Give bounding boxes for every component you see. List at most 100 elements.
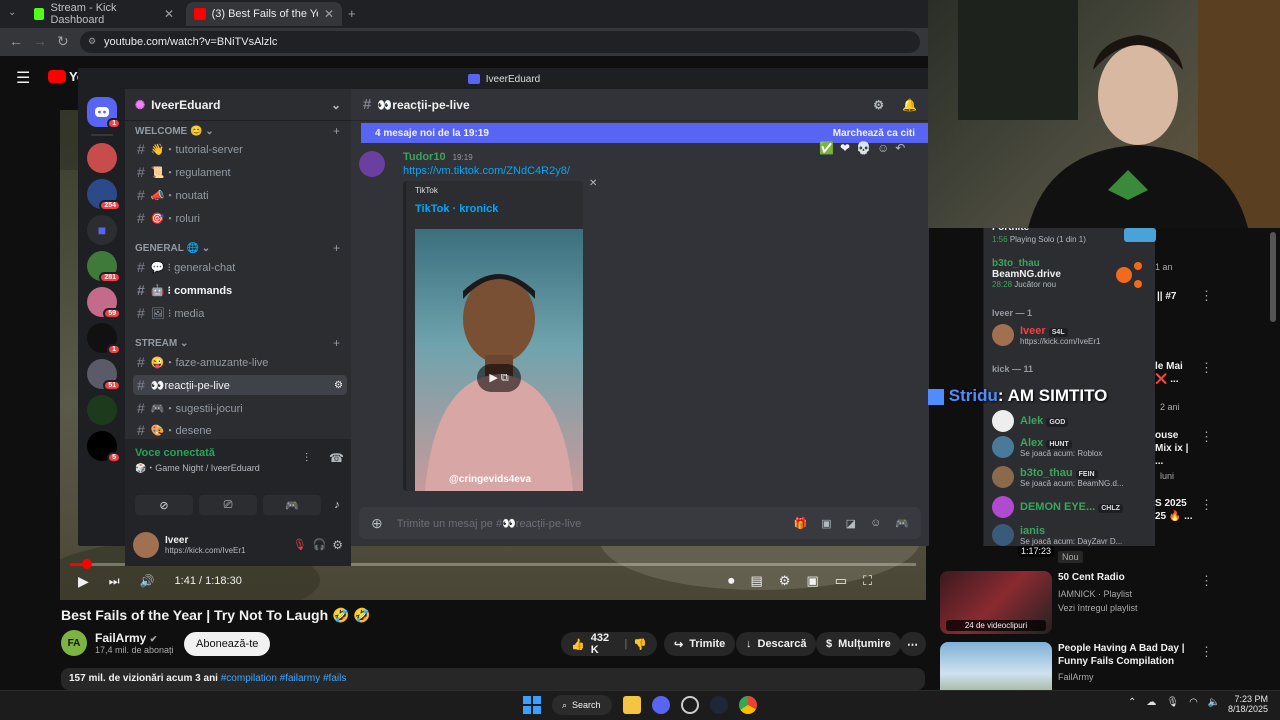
member-b3to-activity[interactable]: b3to_thau BeamNG.drive 28:28 Jucător nou — [992, 258, 1061, 289]
new-messages-bar[interactable]: 4 mesaje noi de la 19:19 Marchează ca ci… — [361, 123, 929, 143]
tab-youtube-video[interactable]: (3) Best Fails of the Year | Try No ✕ — [186, 2, 342, 26]
chrome-icon[interactable] — [739, 696, 757, 714]
noise-suppression-icon[interactable]: ⫶ — [305, 451, 308, 466]
channel-tutorial-server[interactable]: # 👋・tutorial-server — [133, 139, 347, 159]
scrollbar[interactable] — [1270, 232, 1276, 322]
rec-item-5[interactable]: S 2025 25 🔥 ... — [1155, 497, 1197, 523]
soundboard-button[interactable]: ♪ — [327, 495, 347, 515]
channel-avatar[interactable]: FA — [61, 630, 87, 656]
gear-icon[interactable]: ⚙ — [332, 538, 343, 552]
server-header[interactable]: ✺ IveerEduard ⌄ — [125, 89, 351, 121]
discord-taskbar-icon[interactable] — [652, 696, 670, 714]
mic-muted-icon[interactable]: 🎙 — [293, 538, 307, 551]
server-icon[interactable]: 51 — [87, 359, 121, 391]
like-button[interactable]: 👍 432 K | 👎 — [561, 632, 657, 656]
play-icon[interactable]: ▶ ⧉ — [477, 364, 521, 392]
channel-reactii-pe-live[interactable]: # 👀reacții-pe-live ⚙ — [133, 375, 347, 395]
rec-item-4[interactable]: ouse Mix ix | ... — [1155, 429, 1195, 468]
clock[interactable]: 7:23 PM 8/18/2025 — [1222, 694, 1268, 714]
tiktok-video-thumbnail[interactable]: ▶ ⧉ @cringevids4eva — [415, 229, 583, 491]
channel-general-chat[interactable]: # 💬 ⁝ general-chat — [133, 257, 347, 277]
emoji-icon[interactable]: ☺ — [870, 517, 881, 529]
member-demon-eye[interactable]: DEMON EYE... CHLZ — [992, 496, 1152, 518]
channel-faze-amuzante-live[interactable]: # 😜・faze-amuzante-live — [133, 352, 347, 372]
disconnect-icon[interactable]: ☎ — [329, 451, 344, 465]
fullscreen-icon[interactable]: ⛶ — [863, 573, 872, 589]
channel-info[interactable]: FA FailArmy ✔ 17,4 mil. de abonați — [61, 630, 174, 656]
apps-icon[interactable]: 🎮 — [895, 517, 909, 530]
category-general[interactable]: GENERAL 🌐 ⌄ — [135, 243, 210, 254]
voice-status[interactable]: Voce conectată — [135, 447, 215, 459]
headphones-deafened-icon[interactable]: 🎧 — [313, 538, 327, 551]
discord-home-icon[interactable]: 1 — [87, 97, 121, 129]
channel-settings-icon[interactable]: ⚙ — [334, 380, 343, 391]
close-embed-icon[interactable]: ✕ — [589, 178, 597, 189]
mark-read-button[interactable]: Marchează ca citi — [833, 128, 915, 139]
rec-item-2[interactable]: || #7 — [1157, 290, 1197, 303]
channel-sugestii-jocuri[interactable]: # 🎮・sugestii-jocuri — [133, 398, 347, 418]
subtitles-icon[interactable]: ▤ — [751, 573, 763, 589]
add-channel-icon[interactable]: + — [333, 336, 340, 350]
rec-more-icon[interactable]: ⋮ — [1200, 644, 1213, 660]
activities-button[interactable]: 🎮 — [263, 495, 321, 515]
download-button[interactable]: ↓ Descarcă — [736, 632, 817, 656]
volume-icon[interactable]: 🔊 — [140, 574, 155, 588]
back-icon[interactable]: ← — [9, 33, 23, 49]
user-name[interactable]: Iveer — [165, 535, 245, 546]
rec-more-icon[interactable]: ⋮ — [1200, 497, 1213, 513]
member-alek[interactable]: Alek GOD — [992, 410, 1152, 432]
add-channel-icon[interactable]: + — [333, 124, 340, 138]
url-input[interactable]: ⚙ youtube.com/watch?v=BNiTVsAlzlc — [80, 31, 920, 53]
dislike-icon[interactable]: 👎 — [633, 638, 647, 651]
author-name[interactable]: Tudor10 — [403, 151, 446, 163]
next-icon[interactable]: ⏭ — [109, 574, 120, 589]
forward-icon[interactable]: → — [33, 33, 47, 49]
taskbar-search[interactable]: ⌕ Search — [552, 695, 612, 715]
more-actions-icon[interactable]: ⋯ — [900, 632, 926, 656]
server-icon[interactable]: 5 — [87, 431, 121, 463]
theater-icon[interactable]: ▭ — [835, 573, 847, 589]
subscribe-button[interactable]: Abonează-te — [184, 632, 271, 656]
rec-item-50cent[interactable]: 24 de videoclipuri 50 Cent Radio IAMNICK… — [940, 571, 1270, 639]
close-tab-icon[interactable]: ✕ — [324, 7, 334, 21]
author-avatar[interactable] — [359, 151, 385, 177]
rec-more-icon[interactable]: ⋮ — [1200, 573, 1213, 589]
channel-commands[interactable]: # 🤖 ⁝ commands — [133, 280, 347, 300]
category-stream[interactable]: STREAM ⌄ — [135, 338, 188, 349]
message-reactions[interactable]: ✅ ❤ 💀 ☺ ↶ — [819, 141, 905, 155]
steam-icon[interactable] — [710, 696, 728, 714]
rec-item-3[interactable]: le Mai ❌ ... — [1155, 360, 1195, 386]
tab-kick-dashboard[interactable]: Stream - Kick Dashboard ✕ — [26, 2, 182, 26]
site-info-icon[interactable]: ⚙ — [88, 36, 96, 47]
bell-icon[interactable]: 🔔 — [902, 98, 917, 112]
server-icon[interactable] — [87, 143, 117, 173]
gift-icon[interactable]: 🎁 — [794, 517, 808, 530]
close-tab-icon[interactable]: ✕ — [164, 7, 174, 21]
rec-thumbnail[interactable]: 24 de videoclipuri — [940, 571, 1052, 634]
server-icon[interactable]: 1 — [87, 323, 121, 355]
threads-icon[interactable]: ⚙ — [873, 98, 884, 112]
miniplayer-icon[interactable]: ▣ — [806, 573, 818, 589]
settings-icon[interactable]: ⚙ — [779, 573, 791, 589]
thanks-button[interactable]: $ Mulțumire — [816, 632, 901, 656]
member-b3to-thau[interactable]: b3to_thau FEIN Se joacă acum: BeamNG.d..… — [992, 466, 1152, 488]
user-avatar[interactable] — [133, 531, 159, 558]
member-alex[interactable]: Alex HUNT Se joacă acum: Roblox — [992, 436, 1152, 458]
gif-icon[interactable]: ▣ — [821, 517, 831, 530]
obs-icon[interactable] — [681, 696, 699, 714]
rec-more-icon[interactable]: ⋮ — [1200, 429, 1213, 445]
rec-item-1[interactable]: 1 an — [1155, 258, 1245, 272]
channel-regulament[interactable]: # 📜・regulament — [133, 162, 347, 182]
server-icon[interactable]: 281 — [87, 251, 121, 283]
add-channel-icon[interactable]: + — [333, 241, 340, 255]
video-description[interactable]: 157 mil. de vizionări acum 3 ani #compil… — [61, 668, 925, 690]
channel-noutati[interactable]: # 📣・noutati — [133, 185, 347, 205]
play-icon[interactable]: ▶ — [78, 573, 89, 590]
tab-search-icon[interactable]: ⌄ — [8, 7, 16, 18]
menu-icon[interactable]: ☰ — [16, 68, 30, 88]
new-tab-icon[interactable]: + — [348, 6, 356, 21]
message-link[interactable]: https://vm.tiktok.com/ZNdC4R2y8/ — [403, 165, 570, 177]
system-tray[interactable]: ⌃ ☁ 🎙 ◠ 🔈 — [1128, 697, 1220, 708]
folder-icon[interactable] — [623, 696, 641, 714]
share-button[interactable]: ↪ Trimite — [664, 632, 736, 656]
